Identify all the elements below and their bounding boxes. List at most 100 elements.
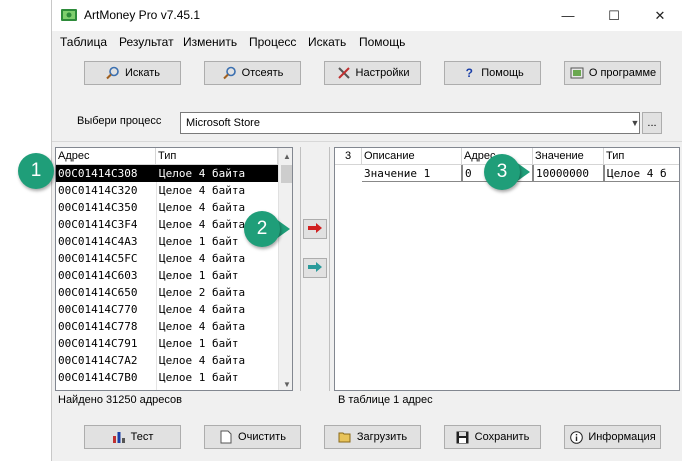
- column-header-type[interactable]: Тип: [604, 148, 679, 165]
- cell-address: 00C01414C778: [58, 320, 138, 333]
- menu-search[interactable]: Искать: [308, 35, 346, 49]
- menu-help[interactable]: Помощь: [359, 35, 405, 49]
- process-label: Выбери процесс: [77, 115, 162, 127]
- magnifier-icon: [105, 65, 121, 81]
- bar-chart-icon: [112, 430, 126, 444]
- divider: [52, 141, 682, 142]
- settings-button[interactable]: Настройки: [324, 61, 421, 85]
- table-row[interactable]: 00C01414C320 Целое 4 байта: [56, 182, 278, 199]
- cell-address: 00C01414C5FC: [58, 252, 138, 265]
- table-row[interactable]: 00C01414C650 Целое 2 байта: [56, 284, 278, 301]
- clear-button[interactable]: Очистить: [204, 425, 301, 449]
- column-header-count[interactable]: 3: [335, 148, 362, 165]
- callout-badge-3: 3: [484, 154, 520, 190]
- scroll-thumb[interactable]: [281, 165, 292, 183]
- add-all-to-table-button[interactable]: [303, 258, 327, 278]
- cell-address: 00C01414C791: [58, 337, 138, 350]
- info-button[interactable]: Информация: [564, 425, 661, 449]
- cell-type: Целое 4 байта: [159, 167, 246, 180]
- test-button[interactable]: Тест: [84, 425, 181, 449]
- divider: [300, 147, 301, 391]
- table-row[interactable]: 00C01414C791 Целое 1 байт: [56, 335, 278, 352]
- menu-bar: Таблица Результат Изменить Процесс Искат…: [52, 31, 682, 53]
- save-button[interactable]: Сохранить: [444, 425, 541, 449]
- table-row[interactable]: 00C01414C7B0 Целое 1 байт: [56, 369, 278, 386]
- maximize-button[interactable]: ☐: [591, 0, 637, 31]
- about-button[interactable]: О программе: [564, 61, 661, 85]
- info-icon: [569, 430, 583, 444]
- artmoney-window: ArtMoney Pro v7.45.1 — ☐ ✕ Таблица Резул…: [51, 0, 682, 461]
- arrow-right-teal-icon: [307, 261, 323, 275]
- cell-description[interactable]: Значение 1: [362, 165, 462, 182]
- table-row[interactable]: 00C01414C350 Целое 4 байта: [56, 199, 278, 216]
- cell-type: Целое 4 байта: [159, 201, 246, 214]
- help-button[interactable]: ? Помощь: [444, 61, 541, 85]
- cell-type: Целое 1 байт: [159, 371, 239, 384]
- table-row[interactable]: 00C01414C5FC Целое 4 байта: [56, 250, 278, 267]
- column-header-type[interactable]: Тип: [156, 148, 278, 165]
- magnifier-filter-icon: [222, 65, 238, 81]
- title-bar: ArtMoney Pro v7.45.1 — ☐ ✕: [52, 0, 682, 31]
- process-select[interactable]: Microsoft Store: [180, 112, 640, 134]
- window-title: ArtMoney Pro v7.45.1: [84, 8, 201, 22]
- table-row[interactable]: 00C01414C770 Целое 4 байта: [56, 301, 278, 318]
- vertical-scrollbar[interactable]: ▲ ▼: [278, 148, 292, 390]
- cell-address: 00C01414C320: [58, 184, 138, 197]
- table-row[interactable]: 00C01414C7A2 Целое 4 байта: [56, 352, 278, 369]
- cell-address: 00C01414C7A2: [58, 354, 138, 367]
- question-icon: ?: [465, 66, 473, 80]
- close-button[interactable]: ✕: [637, 0, 682, 31]
- divider: [329, 147, 330, 391]
- table-row[interactable]: 00C01414C308 Целое 4 байта: [56, 165, 278, 182]
- cell-address: 00C01414C308: [58, 167, 138, 180]
- table-row[interactable]: 00C01414C778 Целое 4 байта: [56, 318, 278, 335]
- menu-process[interactable]: Процесс: [249, 35, 296, 49]
- tools-icon: [336, 65, 352, 81]
- table-count-status: В таблице 1 адрес: [338, 394, 433, 406]
- cell-value[interactable]: 10000000: [533, 165, 604, 182]
- cell-address: 00C01414C3F4: [58, 218, 138, 231]
- cell-type: Целое 4 байта: [159, 252, 246, 265]
- callout-badge-2: 2: [244, 211, 280, 247]
- menu-result[interactable]: Результат: [119, 35, 174, 49]
- menu-table[interactable]: Таблица: [60, 35, 107, 49]
- cell-type: Целое 4 байта: [159, 184, 246, 197]
- cell-type[interactable]: Целое 4 б: [604, 165, 679, 182]
- about-icon: [569, 65, 585, 81]
- search-button[interactable]: Искать: [84, 61, 181, 85]
- cell-type: Целое 4 байта: [159, 320, 246, 333]
- column-header-value[interactable]: Значение: [533, 148, 604, 165]
- cell-address: 00C01414C4A3: [58, 235, 138, 248]
- add-to-table-button[interactable]: [303, 219, 327, 239]
- scroll-down-icon[interactable]: ▼: [279, 376, 292, 390]
- load-button[interactable]: Загрузить: [324, 425, 421, 449]
- cell-type: Целое 4 байта: [159, 303, 246, 316]
- cell-type: Целое 4 байта: [159, 354, 246, 367]
- folder-open-icon: [338, 430, 352, 444]
- cell-address: 00C01414C603: [58, 269, 138, 282]
- filter-button[interactable]: Отсеять: [204, 61, 301, 85]
- cell-address: 00C01414C650: [58, 286, 138, 299]
- chevron-down-icon[interactable]: ▼: [630, 113, 640, 133]
- cell-type: Целое 1 байт: [159, 235, 239, 248]
- column-header-description[interactable]: Описание: [362, 148, 462, 165]
- minimize-button[interactable]: —: [545, 0, 591, 31]
- table-row[interactable]: 00C01414C603 Целое 1 байт: [56, 267, 278, 284]
- menu-edit[interactable]: Изменить: [183, 35, 237, 49]
- blank-page-icon: [219, 430, 233, 444]
- cell-address: 00C01414C770: [58, 303, 138, 316]
- app-money-icon: [61, 8, 77, 22]
- found-count-status: Найдено 31250 адресов: [58, 394, 182, 406]
- found-addresses-table[interactable]: Адрес Тип 00C01414C308 Целое 4 байта 00C01…: [55, 147, 293, 391]
- callout-badge-1: 1: [18, 153, 54, 189]
- arrow-right-red-icon: [307, 222, 323, 236]
- cell-address: 00C01414C7B0: [58, 371, 138, 384]
- cell-type: Целое 1 байт: [159, 337, 239, 350]
- cell-type: Целое 1 байт: [159, 269, 239, 282]
- scroll-up-icon[interactable]: ▲: [279, 148, 292, 164]
- floppy-disk-icon: [456, 430, 470, 444]
- column-header-address[interactable]: Адрес: [56, 148, 156, 165]
- cell-address: 00C01414C350: [58, 201, 138, 214]
- browse-process-button[interactable]: ...: [642, 112, 662, 134]
- cell-type: Целое 4 байта: [159, 218, 246, 231]
